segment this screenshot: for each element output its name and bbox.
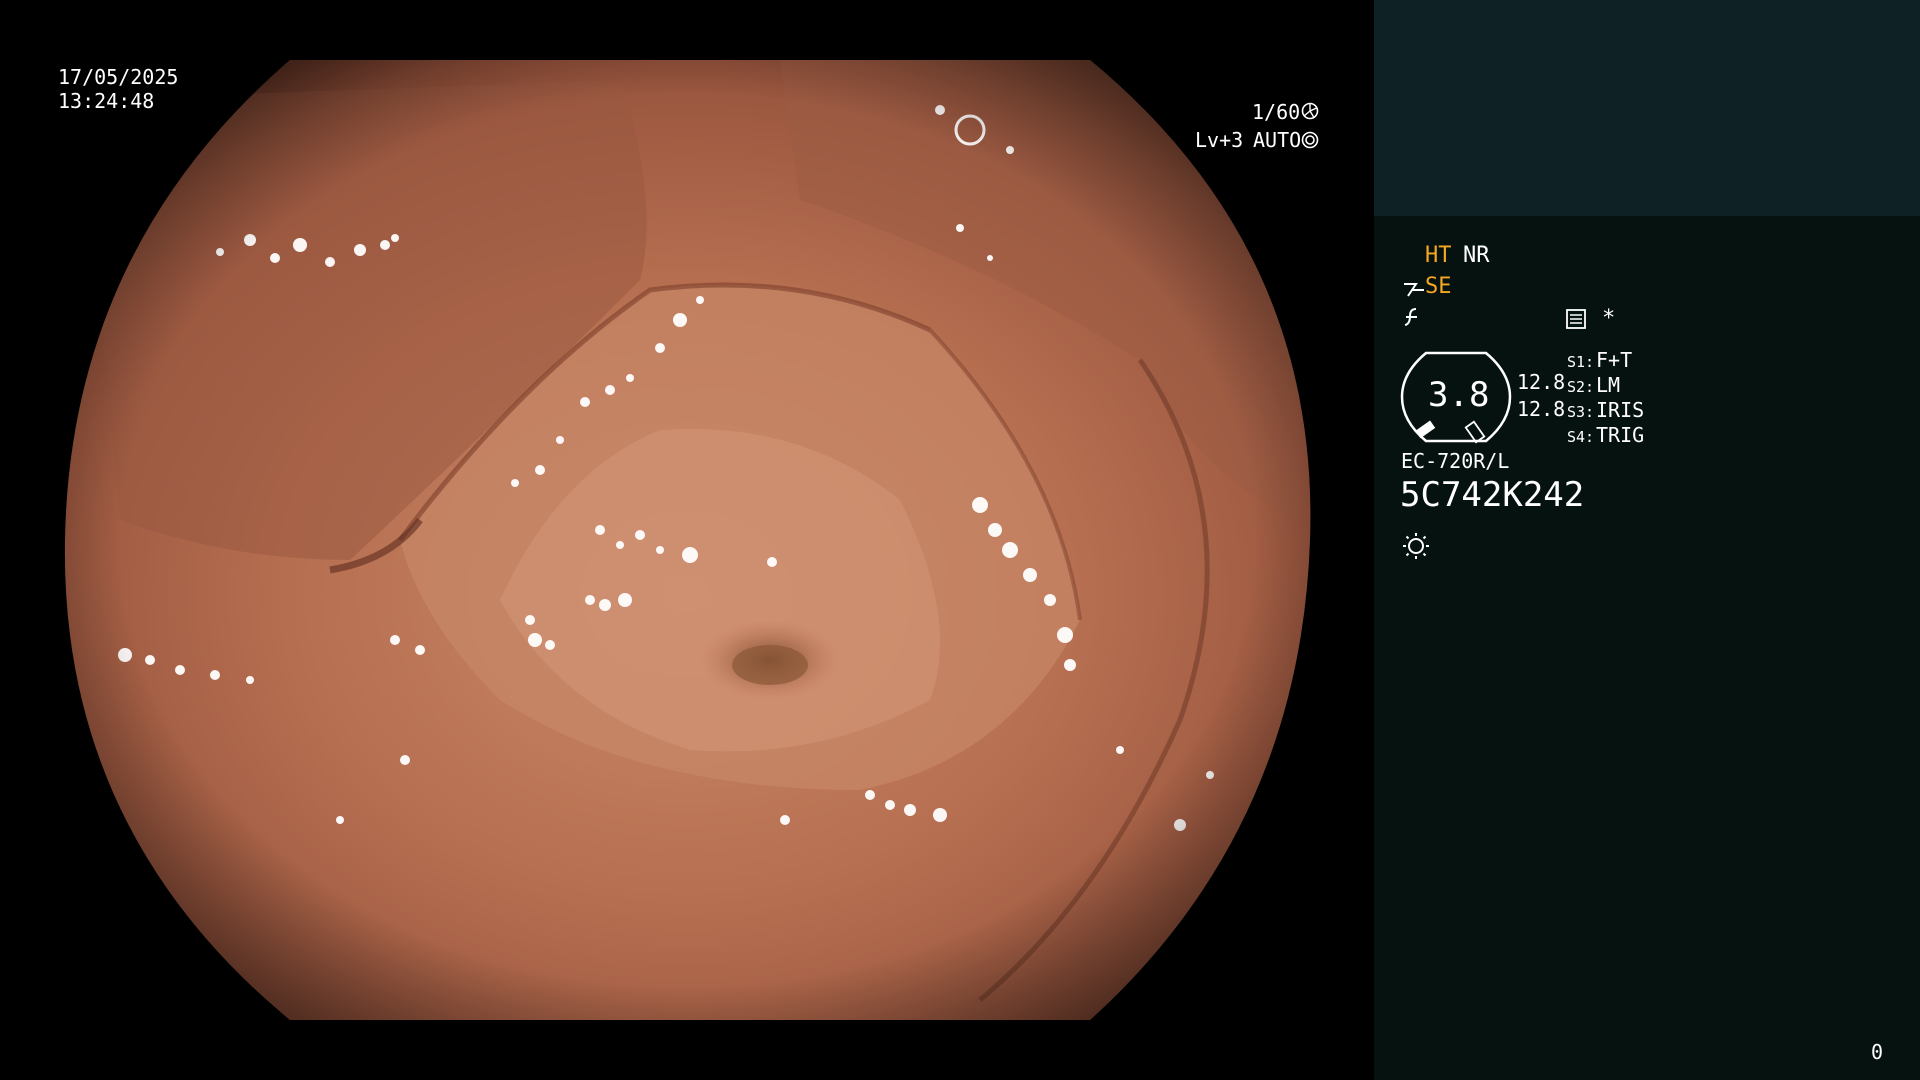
time-label: 13:24:48 <box>58 89 155 113</box>
switch-value: LM <box>1596 373 1621 397</box>
se-indicator: SE <box>1425 274 1452 299</box>
menu-icon <box>1566 309 1586 329</box>
enhancement-level-label: Lv+3 <box>1195 128 1244 152</box>
value-top: 12.8 <box>1517 370 1566 394</box>
structure-enhance-icon <box>1404 283 1424 297</box>
shutter-speed-label: 1/60 <box>1252 100 1301 124</box>
switch-value: F+T <box>1596 348 1633 372</box>
switch-key: S2: <box>1567 378 1595 396</box>
endoscope-viewport: 17/05/2025 13:24:48 1/60 Lv+3 AUTO <box>0 0 1374 1080</box>
date-label: 17/05/2025 <box>58 65 179 89</box>
frame-counter: 0 <box>1871 1040 1884 1064</box>
scope-serial-label: 5C742K242 <box>1400 475 1585 515</box>
switch-value: TRIG <box>1596 423 1645 447</box>
ht-indicator: HT <box>1425 243 1452 268</box>
switch-key: S1: <box>1567 353 1595 371</box>
exposure-mode-label: AUTO <box>1253 128 1302 152</box>
switch-key: S3: <box>1567 403 1595 421</box>
nr-indicator: NR <box>1463 243 1490 268</box>
freeze-icon <box>1404 308 1417 326</box>
info-panel-header-area <box>1374 0 1920 216</box>
shutter-icon <box>1301 102 1319 120</box>
endoscopic-image <box>64 60 1311 1020</box>
aperture-value: 3.8 <box>1428 375 1490 415</box>
scope-model-label: EC-720R/L <box>1401 449 1510 473</box>
value-bottom: 12.8 <box>1517 397 1566 421</box>
auto-iris-icon <box>1301 131 1319 149</box>
switch-value: IRIS <box>1596 398 1645 422</box>
asterisk-indicator: * <box>1602 306 1616 331</box>
switch-key: S4: <box>1567 428 1595 446</box>
light-icon <box>1403 533 1429 559</box>
